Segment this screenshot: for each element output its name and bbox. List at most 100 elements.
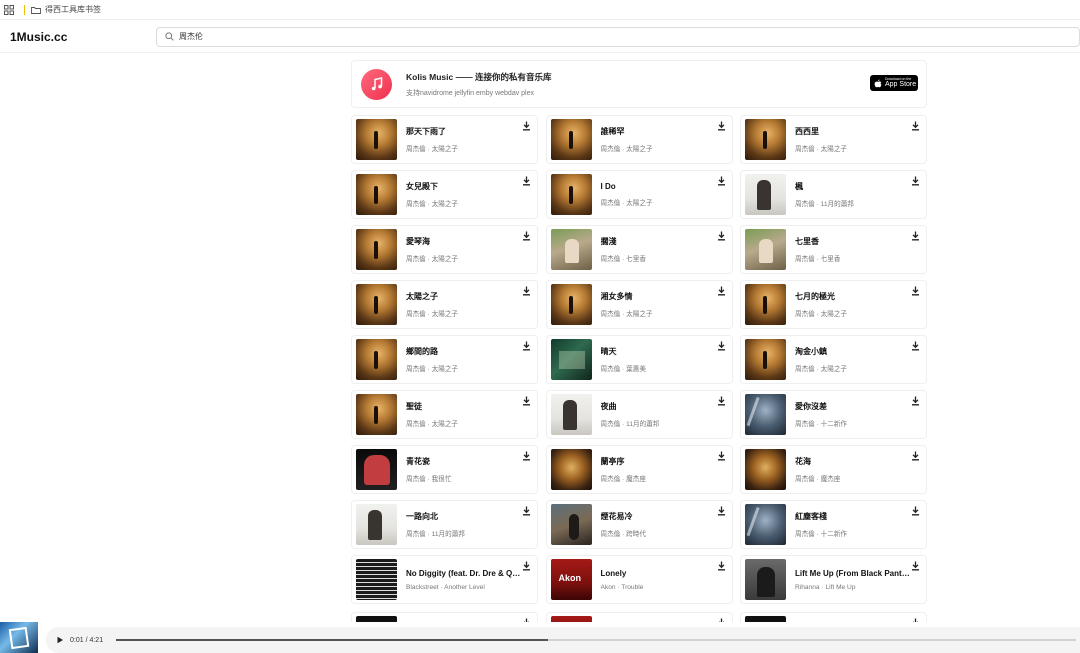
song-card[interactable]: 煙花易冷 周杰倫 · 跨時代 <box>545 500 733 549</box>
download-icon[interactable] <box>522 561 531 571</box>
download-icon[interactable] <box>717 341 726 351</box>
album-cover <box>356 449 397 490</box>
song-title: 擱淺 <box>600 237 617 246</box>
song-title: 誰稀罕 <box>600 127 625 136</box>
song-artist: 周杰倫 <box>406 421 426 428</box>
song-card[interactable] <box>351 612 538 622</box>
song-title: 鄉間的路 <box>406 347 438 356</box>
album-cover <box>745 339 786 380</box>
song-album: 十二新作 <box>820 531 848 538</box>
album-cover <box>745 449 786 490</box>
download-icon[interactable] <box>522 396 531 406</box>
song-album: 11月的蕭邦 <box>820 201 854 208</box>
song-artist: 周杰倫 <box>406 201 426 208</box>
song-artist: 周杰倫 <box>406 476 426 483</box>
song-card[interactable]: 花海 周杰倫 · 魔杰座 <box>740 445 927 494</box>
song-title: Lonely <box>600 568 627 578</box>
song-card[interactable]: 女兒殿下 周杰倫 · 太陽之子 <box>351 170 538 219</box>
song-card[interactable]: 蘭亭序 周杰倫 · 魔杰座 <box>545 445 733 494</box>
song-info: Lift Me Up (From Black Panther: Wakanda … <box>795 569 910 591</box>
song-card[interactable]: 愛琴海 周杰倫 · 太陽之子 <box>351 225 538 274</box>
download-icon[interactable] <box>911 396 920 406</box>
song-card[interactable]: 聖徒 周杰倫 · 太陽之子 <box>351 390 538 439</box>
song-card[interactable]: 紅塵客棧 周杰倫 · 十二新作 <box>740 500 927 549</box>
song-card[interactable]: 鄉間的路周杰倫 · 太陽之子 <box>351 335 538 384</box>
song-album: 太陽之子 <box>431 146 459 153</box>
search-box[interactable] <box>156 26 1080 47</box>
song-artist: 周杰倫 <box>795 531 815 538</box>
download-icon[interactable] <box>911 561 920 571</box>
song-title: 煙花易冷 <box>600 512 633 521</box>
app-store-label: App Store <box>885 81 917 89</box>
song-card[interactable]: No Diggity (feat. Dr. Dre & Queen Pen) Bl… <box>351 555 538 604</box>
song-album: 太陽之子 <box>431 311 459 318</box>
song-card[interactable]: 西西里 周杰倫 · 太陽之子 <box>740 115 927 164</box>
download-icon[interactable] <box>911 451 920 461</box>
download-icon[interactable] <box>911 176 920 186</box>
play-icon[interactable] <box>56 636 64 644</box>
apple-icon <box>874 79 882 87</box>
download-icon[interactable] <box>717 286 726 296</box>
bookmark-folder[interactable]: 得西工具库书签 <box>31 4 101 15</box>
download-icon[interactable] <box>911 231 920 241</box>
song-card[interactable]: 誰稀罕 周杰倫 · 太陽之子 <box>545 115 733 164</box>
song-card[interactable]: Lonely Akon · Trouble <box>545 555 733 604</box>
download-icon[interactable] <box>717 121 726 131</box>
song-title: 晴天 <box>600 347 617 356</box>
song-album: 太陽之子 <box>431 366 459 373</box>
song-card[interactable]: 愛你沒差 周杰倫 · 十二新作 <box>740 390 927 439</box>
apps-grid-icon[interactable] <box>4 4 14 15</box>
song-artist: 周杰倫 <box>795 476 815 483</box>
song-info: 晴天 周杰倫 · 葉惠美 <box>601 346 716 373</box>
app-store-badge[interactable]: Download on the App Store <box>870 75 918 91</box>
download-icon[interactable] <box>522 341 531 351</box>
song-artist: 周杰倫 <box>795 366 815 373</box>
song-card[interactable]: 七里香 周杰倫 · 七里香 <box>740 225 927 274</box>
song-info: 淘金小鎮 周杰倫 · 太陽之子 <box>795 346 910 373</box>
song-card[interactable]: I Do 周杰倫 · 太陽之子 <box>545 170 733 219</box>
song-card[interactable]: Lift Me Up (From Black Panther: Wakanda … <box>740 555 927 604</box>
download-icon[interactable] <box>522 506 531 516</box>
song-album: 太陽之子 <box>626 200 653 207</box>
song-card[interactable]: 楓周杰倫 · 11月的蕭邦 <box>740 170 927 219</box>
album-cover <box>356 284 397 325</box>
download-icon[interactable] <box>717 231 726 241</box>
song-card[interactable]: 那天下雨了 周杰倫 · 太陽之子 <box>351 115 538 164</box>
download-icon[interactable] <box>717 561 726 571</box>
download-icon[interactable] <box>911 286 920 296</box>
song-card[interactable]: 青花瓷 周杰倫 · 我很忙 <box>351 445 538 494</box>
download-icon[interactable] <box>522 176 531 186</box>
download-icon[interactable] <box>522 231 531 241</box>
download-icon[interactable] <box>717 396 726 406</box>
song-card[interactable]: 太陽之子 周杰倫 · 太陽之子 <box>351 280 538 329</box>
song-info: 擱淺 周杰倫 · 七里香 <box>601 236 716 263</box>
song-card[interactable] <box>740 612 927 622</box>
progress-bar[interactable] <box>116 639 1076 641</box>
song-card[interactable]: 晴天 周杰倫 · 葉惠美 <box>545 335 733 384</box>
download-icon[interactable] <box>717 506 726 516</box>
song-card[interactable]: 擱淺 周杰倫 · 七里香 <box>545 225 733 274</box>
song-card[interactable] <box>545 612 733 622</box>
song-card[interactable]: 湘女多情 周杰倫 · 太陽之子 <box>545 280 733 329</box>
song-card[interactable]: 七月的極光 周杰倫 · 太陽之子 <box>740 280 927 329</box>
song-info: 女兒殿下 周杰倫 · 太陽之子 <box>406 181 521 208</box>
site-logo[interactable]: 1Music.cc <box>10 30 156 44</box>
song-meta: 周杰倫 · 太陽之子 <box>406 363 521 373</box>
download-icon[interactable] <box>522 286 531 296</box>
promo-banner[interactable]: Kolis Music —— 连接你的私有音乐库 支持navidrome jel… <box>351 60 927 108</box>
download-icon[interactable] <box>522 451 531 461</box>
song-title: 蘭亭序 <box>600 457 625 466</box>
download-icon[interactable] <box>717 451 726 461</box>
download-icon[interactable] <box>911 121 920 131</box>
download-icon[interactable] <box>911 506 920 516</box>
song-card[interactable]: 夜曲 周杰倫 · 11月的蕭邦 <box>545 390 733 439</box>
download-icon[interactable] <box>911 341 920 351</box>
song-artist: 周杰倫 <box>795 421 815 428</box>
song-card[interactable]: 淘金小鎮 周杰倫 · 太陽之子 <box>740 335 927 384</box>
download-icon[interactable] <box>522 121 531 131</box>
album-cover <box>550 229 592 270</box>
now-playing-cover[interactable] <box>0 622 38 653</box>
download-icon[interactable] <box>717 176 726 186</box>
song-card[interactable]: 一路向北 周杰倫 · 11月的蕭邦 <box>351 500 538 549</box>
search-input[interactable] <box>179 32 1059 41</box>
